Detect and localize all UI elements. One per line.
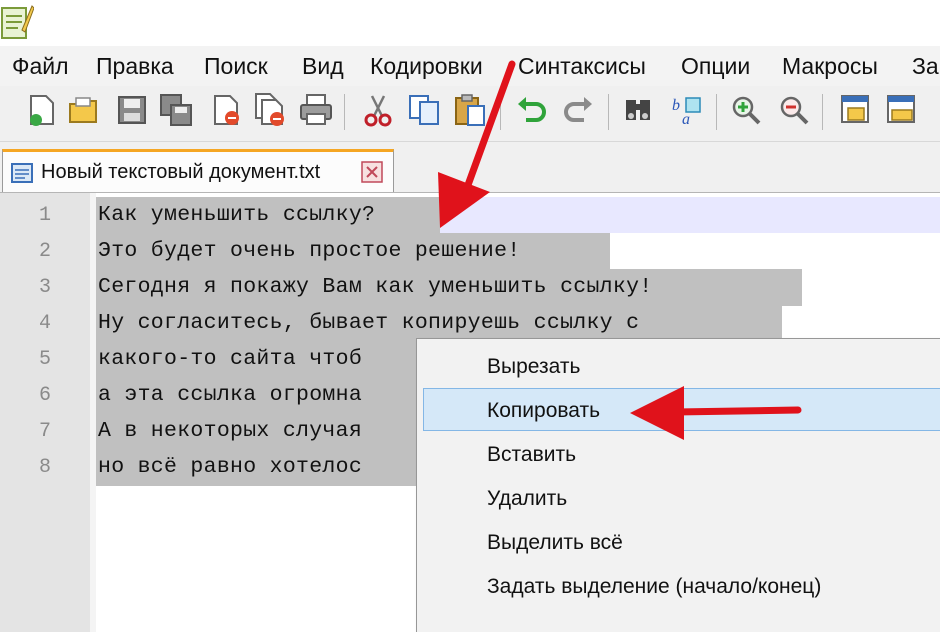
title-bar	[0, 0, 940, 46]
menu-item-select-all[interactable]: Выделить всё	[487, 531, 623, 555]
new-file-icon[interactable]	[24, 92, 60, 128]
code-line[interactable]: Ну согласитесь, бывает копируешь ссылку …	[98, 305, 639, 342]
line-number: 4	[38, 312, 51, 335]
line-number: 8	[38, 456, 51, 479]
toolbar-separator	[608, 94, 609, 130]
print-icon[interactable]	[298, 92, 334, 128]
line-number: 2	[38, 240, 51, 263]
code-line[interactable]: какого-то сайта чтоб	[98, 341, 362, 378]
cut-icon[interactable]	[360, 92, 396, 128]
menu-settings[interactable]: Опции	[681, 53, 750, 80]
redo-icon[interactable]	[560, 92, 596, 128]
code-line[interactable]: Это будет очень простое решение!	[98, 233, 520, 270]
svg-text:a: a	[682, 111, 690, 128]
code-line[interactable]: Сегодня я покажу Вам как уменьшить ссылк…	[98, 269, 653, 306]
code-line[interactable]: Как уменьшить ссылку?	[98, 197, 375, 234]
toolbar-separator	[500, 94, 501, 130]
line-number: 5	[38, 348, 51, 371]
tab-strip: Новый текстовый документ.txt	[0, 142, 940, 192]
toolbar: b a	[0, 86, 940, 142]
menu-item-delete[interactable]: Удалить	[487, 487, 567, 511]
menu-search[interactable]: Поиск	[204, 53, 268, 80]
line-number: 3	[38, 276, 51, 299]
save-all-icon[interactable]	[158, 92, 194, 128]
save-icon[interactable]	[114, 92, 150, 128]
close-icon[interactable]	[208, 92, 244, 128]
tab-close-icon[interactable]	[361, 161, 383, 183]
menu-encoding[interactable]: Кодировки	[370, 53, 483, 80]
toolbar-separator	[716, 94, 717, 130]
menu-bar: Файл Правка Поиск Вид Кодировки Синтакси…	[0, 46, 940, 86]
code-line[interactable]: а эта ссылка огромна	[98, 377, 362, 414]
sync-vertical-icon[interactable]	[838, 92, 874, 128]
menu-item-copy[interactable]: Копировать	[487, 399, 600, 423]
replace-icon[interactable]: b a	[668, 92, 704, 128]
toolbar-separator	[344, 94, 345, 130]
tab-document[interactable]: Новый текстовый документ.txt	[2, 149, 394, 192]
tab-label: Новый текстовый документ.txt	[41, 161, 321, 183]
menu-edit[interactable]: Правка	[96, 53, 174, 80]
menu-item-begin-end-select[interactable]: Задать выделение (начало/конец)	[487, 575, 821, 599]
line-number: 7	[38, 420, 51, 443]
menu-item-paste[interactable]: Вставить	[487, 443, 576, 467]
copy-icon[interactable]	[406, 92, 442, 128]
close-all-icon[interactable]	[252, 92, 288, 128]
open-file-icon[interactable]	[66, 92, 102, 128]
menu-view[interactable]: Вид	[302, 53, 344, 80]
undo-icon[interactable]	[514, 92, 550, 128]
menu-macro[interactable]: Макросы	[782, 53, 878, 80]
find-icon[interactable]	[620, 92, 656, 128]
sync-horizontal-icon[interactable]	[884, 92, 920, 128]
context-menu: Вырезать Копировать Вставить Удалить Выд…	[416, 338, 940, 632]
zoom-in-icon[interactable]	[728, 92, 764, 128]
menu-item-cut[interactable]: Вырезать	[487, 355, 580, 379]
toolbar-separator	[822, 94, 823, 130]
menu-run[interactable]: За	[912, 53, 939, 80]
zoom-out-icon[interactable]	[776, 92, 812, 128]
menu-language[interactable]: Синтаксисы	[518, 53, 646, 80]
code-line[interactable]: но всё равно хотелос	[98, 449, 362, 486]
notepad-app-icon	[1, 5, 34, 39]
svg-text:b: b	[672, 97, 680, 114]
document-tab-icon	[11, 163, 33, 183]
line-number: 6	[38, 384, 51, 407]
code-line[interactable]: А в некоторых случая	[98, 413, 362, 450]
line-number: 1	[38, 204, 51, 227]
menu-file[interactable]: Файл	[12, 53, 69, 80]
line-number-gutter: 1 2 3 4 5 6 7 8	[0, 193, 90, 632]
paste-icon[interactable]	[452, 92, 488, 128]
